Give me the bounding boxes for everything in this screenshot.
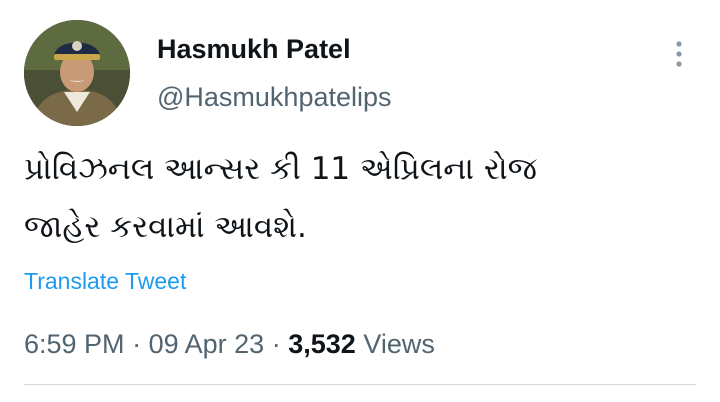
meta-separator: · — [132, 329, 142, 359]
tweet-meta: 6:59 PM · 09 Apr 23 · 3,532 Views — [24, 326, 435, 362]
author-handle[interactable]: @Hasmukhpatelips — [157, 80, 392, 114]
tweet-date[interactable]: 09 Apr 23 — [149, 329, 265, 359]
more-vertical-icon — [676, 41, 682, 67]
author-display-name[interactable]: Hasmukh Patel — [157, 32, 351, 66]
views-count: 3,532 — [288, 329, 356, 359]
tweet-text-line: પ્રોવિઝનલ આન્સર કી 11 એપ્રિલના રોજ — [24, 151, 537, 187]
more-options-button[interactable] — [664, 36, 694, 72]
meta-separator: · — [271, 329, 281, 359]
translate-tweet-link[interactable]: Translate Tweet — [24, 266, 186, 296]
avatar-image — [24, 20, 130, 126]
views-label: Views — [363, 329, 435, 359]
divider — [24, 384, 696, 385]
tweet-text-line: જાહેર કરવામાં આવશે. — [24, 209, 307, 245]
tweet-card: Hasmukh Patel @Hasmukhpatelips પ્રોવિઝનલ… — [0, 0, 720, 402]
tweet-text: પ્રોવિઝનલ આન્સર કી 11 એપ્રિલના રોજ જાહેર… — [24, 140, 704, 256]
avatar[interactable] — [24, 20, 130, 126]
tweet-time[interactable]: 6:59 PM — [24, 329, 125, 359]
